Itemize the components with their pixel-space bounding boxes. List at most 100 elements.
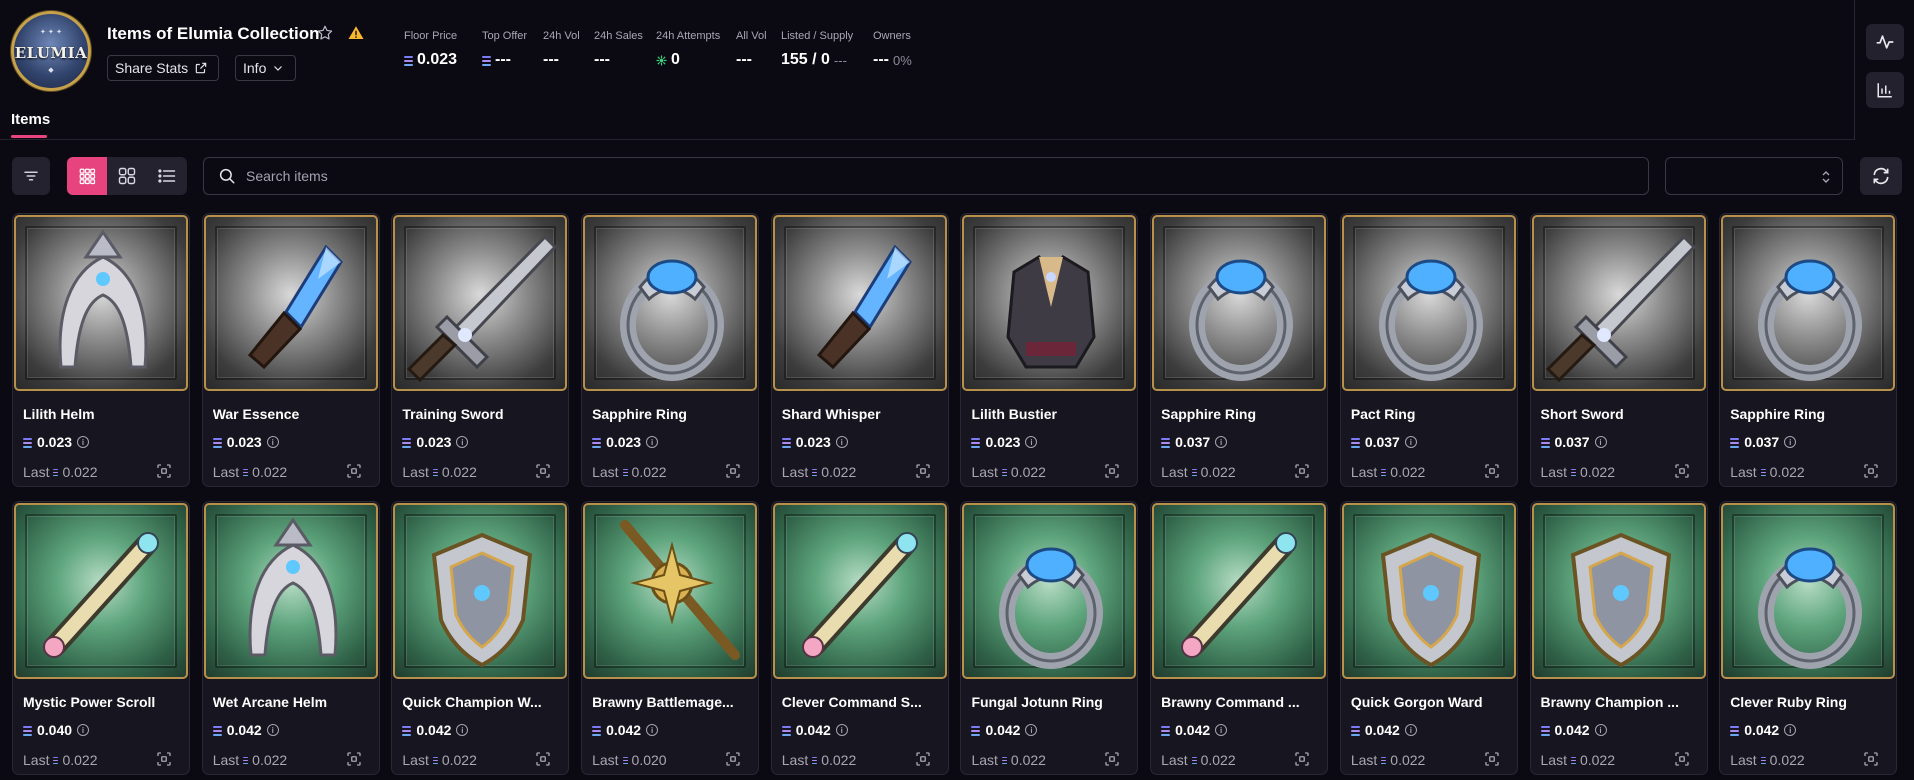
item-name: Sapphire Ring [1730, 406, 1826, 422]
scan-icon[interactable] [1103, 750, 1121, 768]
refresh-button[interactable] [1860, 157, 1902, 195]
scan-icon[interactable] [534, 462, 552, 480]
info-icon[interactable]: i [1404, 724, 1417, 736]
eth-icon [592, 437, 602, 448]
item-name: Wet Arcane Helm [212, 694, 328, 710]
item-card[interactable]: Mystic Power Scroll 0.040 i Last 0.022 [12, 501, 190, 775]
shield-icon [1380, 532, 1481, 668]
item-price: 0.023 i [592, 434, 659, 450]
helm-icon [248, 517, 338, 657]
eth-icon [1191, 756, 1197, 764]
scan-icon[interactable] [724, 750, 742, 768]
info-icon[interactable]: i [1025, 436, 1038, 448]
item-card[interactable]: Clever Ruby Ring 0.042 i Last 0.022 [1719, 501, 1898, 775]
collection-logo: ✦ ✦ ✦ ELUMIA ◆ [11, 11, 91, 91]
scan-icon[interactable] [1673, 462, 1691, 480]
item-price: 0.042 i [1350, 722, 1417, 738]
info-icon[interactable]: i [1215, 724, 1228, 736]
scan-icon[interactable] [1483, 750, 1501, 768]
scan-icon[interactable] [345, 750, 363, 768]
item-name: Lilith Bustier [971, 406, 1057, 422]
item-last-sale: Last 0.022 [1730, 464, 1805, 480]
sword-icon [1545, 234, 1696, 383]
scan-icon[interactable] [914, 462, 932, 480]
scan-icon[interactable] [345, 462, 363, 480]
item-card[interactable]: Brawny Champion ... 0.042 i Last 0.022 [1529, 501, 1708, 775]
sort-select[interactable] [1665, 157, 1843, 195]
item-card[interactable]: Wet Arcane Helm 0.042 i Last 0.022 [201, 501, 380, 775]
info-icon[interactable]: i [266, 724, 279, 736]
item-card[interactable]: Pact Ring 0.037 i Last 0.022 [1339, 213, 1518, 487]
info-icon[interactable]: i [456, 436, 469, 448]
info-icon[interactable]: i [1025, 724, 1038, 736]
item-image [393, 503, 568, 679]
item-card[interactable]: War Essence 0.023 i Last 0.022 [201, 213, 380, 487]
activity-button[interactable] [1866, 24, 1904, 60]
view-dense-grid-button[interactable] [67, 157, 107, 195]
search-input[interactable] [246, 168, 1626, 184]
info-icon[interactable]: i [77, 436, 90, 448]
scan-icon[interactable] [534, 750, 552, 768]
item-name: Brawny Command ... [1161, 694, 1300, 710]
info-icon[interactable]: i [1784, 436, 1797, 448]
scan-icon[interactable] [1483, 462, 1501, 480]
item-card[interactable]: Training Sword 0.023 i Last 0.022 [391, 213, 570, 487]
item-last-sale: Last 0.022 [592, 464, 667, 480]
star-icon[interactable] [316, 24, 334, 42]
item-card[interactable]: Sapphire Ring 0.037 i Last 0.022 [1150, 213, 1329, 487]
filter-button[interactable] [12, 157, 50, 195]
item-card[interactable]: Shard Whisper 0.023 i Last 0.022 [770, 213, 949, 487]
scan-icon[interactable] [1103, 462, 1121, 480]
info-icon[interactable]: i [835, 436, 848, 448]
view-list-button[interactable] [147, 157, 187, 195]
tab-items[interactable]: Items [11, 111, 50, 128]
dense-grid-icon [79, 168, 96, 185]
info-icon[interactable]: i [1404, 436, 1417, 448]
item-price: 0.037 i [1730, 434, 1797, 450]
item-name: Training Sword [402, 406, 504, 422]
item-card[interactable]: Sapphire Ring 0.023 i Last 0.022 [581, 213, 760, 487]
scan-icon[interactable] [1862, 462, 1880, 480]
eth-icon [1381, 756, 1387, 764]
analytics-button[interactable] [1866, 72, 1904, 108]
item-card[interactable]: Lilith Helm 0.023 i Last 0.022 [12, 213, 190, 487]
info-icon[interactable]: i [1594, 436, 1607, 448]
scan-icon[interactable] [1673, 750, 1691, 768]
info-icon[interactable]: i [456, 724, 469, 736]
scan-icon[interactable] [1862, 750, 1880, 768]
item-card[interactable]: Brawny Command ... 0.042 i Last 0.022 [1150, 501, 1329, 775]
item-card[interactable]: Quick Gorgon Ward 0.042 i Last 0.022 [1339, 501, 1518, 775]
item-card[interactable]: Sapphire Ring 0.037 i Last 0.022 [1719, 213, 1898, 487]
item-card[interactable]: Brawny Battlemage... 0.042 i Last 0.020 [581, 501, 760, 775]
scan-icon[interactable] [724, 462, 742, 480]
eth-icon [1381, 468, 1387, 476]
share-stats-button[interactable]: Share Stats [107, 55, 219, 81]
info-icon[interactable]: i [266, 436, 279, 448]
item-card[interactable]: Lilith Bustier 0.023 i Last 0.022 [960, 213, 1139, 487]
view-grid-button[interactable] [107, 157, 147, 195]
scan-icon[interactable] [914, 750, 932, 768]
info-icon[interactable]: i [646, 436, 659, 448]
info-icon[interactable]: i [646, 724, 659, 736]
scan-icon[interactable] [1293, 750, 1311, 768]
warning-icon[interactable] [347, 24, 365, 42]
shield-icon [1570, 532, 1671, 668]
scan-icon[interactable] [1293, 462, 1311, 480]
info-icon[interactable]: i [1215, 436, 1228, 448]
info-icon[interactable]: i [1594, 724, 1607, 736]
item-card[interactable]: Clever Command S... 0.042 i Last 0.022 [770, 501, 949, 775]
ring-icon [620, 259, 725, 381]
item-card[interactable]: Short Sword 0.037 i Last 0.022 [1529, 213, 1708, 487]
info-icon[interactable]: i [77, 724, 90, 736]
scan-icon[interactable] [155, 462, 173, 480]
item-card[interactable]: Fungal Jotunn Ring 0.042 i Last 0.022 [960, 501, 1139, 775]
item-price: 0.042 i [592, 722, 659, 738]
ring-icon [1378, 259, 1483, 381]
item-image [1531, 503, 1706, 679]
info-icon[interactable]: i [835, 724, 848, 736]
scan-icon[interactable] [155, 750, 173, 768]
item-card[interactable]: Quick Champion W... 0.042 i Last 0.022 [391, 501, 570, 775]
info-icon[interactable]: i [1784, 724, 1797, 736]
info-dropdown[interactable]: Info [235, 55, 296, 81]
refresh-icon [1873, 167, 1889, 185]
